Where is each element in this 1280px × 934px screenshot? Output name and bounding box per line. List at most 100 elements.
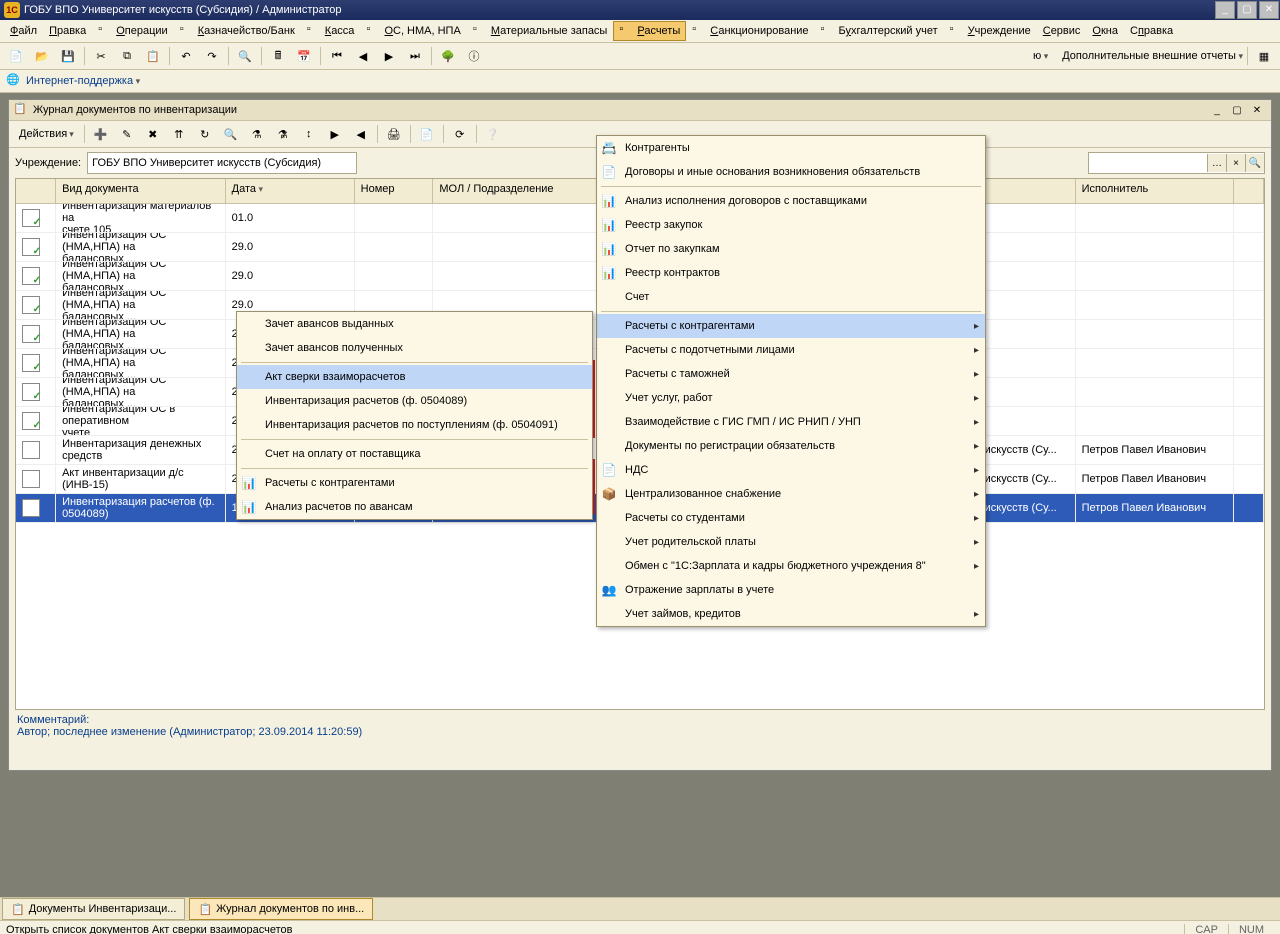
post-icon[interactable]: ▶ <box>323 122 347 146</box>
menu-item[interactable]: Расчеты со студентами <box>597 506 985 530</box>
win-min-button[interactable]: _ <box>1208 102 1226 118</box>
extra-input[interactable] <box>1089 154 1207 172</box>
help2-icon[interactable]: ❔ <box>481 122 505 146</box>
menu-касса[interactable]: ▫Касса <box>301 21 361 41</box>
cut-icon[interactable]: ✂ <box>89 44 113 68</box>
menu-ос-нма-нпа[interactable]: ▫ОС, НМА, НПА <box>360 21 466 41</box>
menu-item[interactable]: 📊Отчет по закупкам <box>597 237 985 261</box>
save-icon[interactable]: 💾 <box>56 44 80 68</box>
mark-delete-icon[interactable]: ✖ <box>141 122 165 146</box>
menu-материальные-запасы[interactable]: ▫Материальные запасы <box>467 21 614 41</box>
minimize-button[interactable]: _ <box>1215 1 1235 19</box>
menu-item[interactable]: Расчеты с таможней <box>597 362 985 386</box>
ellipsis-button[interactable]: … <box>1207 154 1226 172</box>
refresh-date-icon[interactable]: ↻ <box>193 122 217 146</box>
toolbar-extra-item[interactable]: ю <box>1033 50 1048 62</box>
calendar-icon[interactable]: 📅 <box>292 44 316 68</box>
menu-item[interactable]: Обмен с "1С:Зарплата и кадры бюджетного … <box>597 554 985 578</box>
help-icon[interactable]: ⓘ <box>462 44 486 68</box>
menu-файл[interactable]: Файл <box>4 23 43 39</box>
menu-item[interactable]: 📊Расчеты с контрагентами <box>237 471 592 495</box>
menu-item[interactable]: Расчеты с подотчетными лицами <box>597 338 985 362</box>
filter-icon[interactable]: ⚗ <box>245 122 269 146</box>
menu-item[interactable]: 📊Анализ исполнения договоров с поставщик… <box>597 189 985 213</box>
grid-icon[interactable]: ▦ <box>1252 44 1276 68</box>
menu-бухгалтерский-учет[interactable]: ▫Бухгалтерский учет <box>815 21 944 41</box>
win-max-button[interactable]: ▢ <box>1228 102 1246 118</box>
menu-item[interactable]: Взаимодействие с ГИС ГМП / ИС РНИП / УНП <box>597 410 985 434</box>
menu-item[interactable]: Учет услуг, работ <box>597 386 985 410</box>
redo-icon[interactable]: ↷ <box>200 44 224 68</box>
nav-prev-icon[interactable]: ◀ <box>351 44 375 68</box>
sort-icon[interactable]: ↕ <box>297 122 321 146</box>
nav-last-icon[interactable]: ⏭ <box>403 44 427 68</box>
col-3[interactable]: Номер <box>355 179 434 203</box>
menu-item[interactable]: Счет <box>597 285 985 309</box>
menu-правка[interactable]: Правка <box>43 23 92 39</box>
filter-off-icon[interactable]: ⚗̷ <box>271 122 295 146</box>
extra-field[interactable]: … × 🔍 <box>1088 152 1265 174</box>
report-icon[interactable]: 📄 <box>415 122 439 146</box>
menu-item[interactable]: Учет родительской платы <box>597 530 985 554</box>
lookup-button[interactable]: 🔍 <box>1245 154 1264 172</box>
nav-first-icon[interactable]: ⏮ <box>325 44 349 68</box>
menu-item[interactable]: 📊Реестр контрактов <box>597 261 985 285</box>
internet-support-link[interactable]: Интернет-поддержка <box>26 75 140 87</box>
col-8[interactable] <box>1234 179 1264 203</box>
col-0[interactable] <box>16 179 56 203</box>
menu-окна[interactable]: Окна <box>1086 23 1124 39</box>
nav-next-icon[interactable]: ▶ <box>377 44 401 68</box>
add-icon[interactable]: ➕ <box>89 122 113 146</box>
menu-item[interactable]: Зачет авансов полученных <box>237 336 592 360</box>
restore-button[interactable]: ▢ <box>1237 1 1257 19</box>
win-close-button[interactable]: ✕ <box>1248 102 1266 118</box>
institution-field[interactable] <box>87 152 357 174</box>
copy-icon[interactable]: ⧉ <box>115 44 139 68</box>
open-icon[interactable]: 📂 <box>30 44 54 68</box>
menu-учреждение[interactable]: ▫Учреждение <box>944 21 1037 41</box>
menu-item[interactable]: Акт сверки взаиморасчетов <box>237 365 592 389</box>
menu-item[interactable]: 📇Контрагенты <box>597 136 985 160</box>
taskbar-item[interactable]: 📋Документы Инвентаризаци... <box>2 898 185 920</box>
menu-item[interactable]: Зачет авансов выданных <box>237 312 592 336</box>
menu-item[interactable]: 📄НДС <box>597 458 985 482</box>
menu-item[interactable]: Инвентаризация расчетов по поступлениям … <box>237 413 592 437</box>
menu-расчеты[interactable]: ▫Расчеты <box>613 21 686 41</box>
menu-справка[interactable]: Справка <box>1124 23 1179 39</box>
col-1[interactable]: Вид документа <box>56 179 226 203</box>
taskbar-item[interactable]: 📋Журнал документов по инв... <box>189 898 373 920</box>
tree-icon[interactable]: 🌳 <box>436 44 460 68</box>
menu-операции[interactable]: ▫Операции <box>92 21 173 41</box>
paste-icon[interactable]: 📋 <box>141 44 165 68</box>
menu-item[interactable]: 📊Реестр закупок <box>597 213 985 237</box>
edit-icon[interactable]: ✎ <box>115 122 139 146</box>
calc-icon[interactable]: 🖩 <box>266 44 290 68</box>
print-icon[interactable]: 🖨 <box>382 122 406 146</box>
menu-item[interactable]: 📄Договоры и иные основания возникновения… <box>597 160 985 184</box>
menu-item[interactable]: 📦Централизованное снабжение <box>597 482 985 506</box>
clear-button[interactable]: × <box>1226 154 1245 172</box>
unpost-icon[interactable]: ◀ <box>349 122 373 146</box>
menu-item[interactable]: Учет займов, кредитов <box>597 602 985 626</box>
col-2[interactable]: Дата <box>226 179 355 203</box>
refresh-icon[interactable]: ⟳ <box>448 122 472 146</box>
menu-item[interactable]: Расчеты с контрагентами <box>597 314 985 338</box>
institution-input[interactable] <box>88 154 356 172</box>
actions-menu[interactable]: Действия <box>13 126 80 142</box>
find-icon[interactable]: 🔍 <box>219 122 243 146</box>
menu-сервис[interactable]: Сервис <box>1037 23 1087 39</box>
menu-item[interactable]: Счет на оплату от поставщика <box>237 442 592 466</box>
menu-item[interactable]: Инвентаризация расчетов (ф. 0504089) <box>237 389 592 413</box>
close-button[interactable]: ✕ <box>1259 1 1279 19</box>
menu-item[interactable]: 👥Отражение зарплаты в учете <box>597 578 985 602</box>
menu-item[interactable]: Документы по регистрации обязательств <box>597 434 985 458</box>
search-icon[interactable]: 🔍 <box>233 44 257 68</box>
external-reports-link[interactable]: Дополнительные внешние отчеты <box>1062 50 1243 62</box>
menu-item[interactable]: 📊Анализ расчетов по авансам <box>237 495 592 519</box>
menu-санкционирование[interactable]: ▫Санкционирование <box>686 21 814 41</box>
nav-up-icon[interactable]: ⇈ <box>167 122 191 146</box>
col-7[interactable]: Исполнитель <box>1076 179 1234 203</box>
menu-казначейство-банк[interactable]: ▫Казначейство/Банк <box>174 21 301 41</box>
new-icon[interactable]: 📄 <box>4 44 28 68</box>
undo-icon[interactable]: ↶ <box>174 44 198 68</box>
